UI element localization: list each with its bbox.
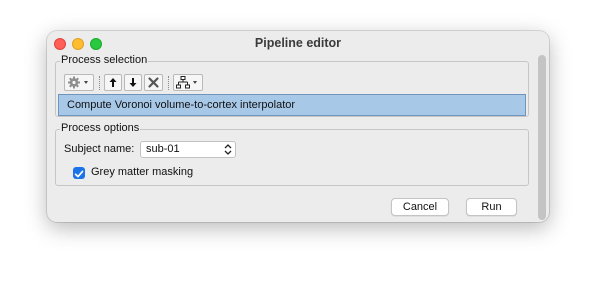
- process-list-item[interactable]: Compute Voronoi volume-to-cortex interpo…: [58, 94, 526, 116]
- process-selection-label: Process selection: [60, 54, 149, 66]
- subject-name-select[interactable]: sub-01: [140, 141, 236, 158]
- grey-matter-masking-label: Grey matter masking: [91, 166, 194, 178]
- process-options-label: Process options: [60, 122, 141, 134]
- grey-matter-masking-checkbox[interactable]: [73, 167, 85, 179]
- subject-name-label: Subject name:: [64, 143, 135, 155]
- gear-icon: [68, 76, 80, 89]
- chevron-down-icon: [193, 81, 197, 84]
- arrow-down-icon: [129, 78, 137, 87]
- run-button[interactable]: Run: [466, 198, 517, 216]
- up-down-chevron-icon: [224, 144, 232, 155]
- vertical-scrollbar[interactable]: [538, 55, 546, 220]
- move-down-button[interactable]: [124, 74, 142, 91]
- arrow-up-icon: [109, 78, 117, 87]
- move-up-button[interactable]: [104, 74, 122, 91]
- window-title: Pipeline editor: [254, 36, 342, 50]
- delete-x-icon: [148, 77, 159, 88]
- pipeline-editor-window: Pipeline editor Process selection Comput…: [47, 31, 549, 222]
- settings-menu-button[interactable]: [64, 74, 94, 91]
- toolbar-separator: [99, 76, 100, 90]
- toolbar-separator: [168, 76, 169, 90]
- process-selection-group: Process selection Compute Voronoi volume…: [55, 54, 529, 117]
- subject-name-value: sub-01: [146, 143, 180, 155]
- pipeline-menu-button[interactable]: [173, 74, 203, 91]
- process-options-group: Process options Subject name: sub-01 Gre…: [55, 122, 529, 186]
- chevron-down-icon: [84, 81, 88, 84]
- tree-icon: [176, 76, 190, 89]
- checkmark-icon: [74, 170, 84, 178]
- cancel-button[interactable]: Cancel: [391, 198, 449, 216]
- title-bar[interactable]: Pipeline editor: [47, 31, 549, 55]
- delete-process-button[interactable]: [144, 74, 163, 91]
